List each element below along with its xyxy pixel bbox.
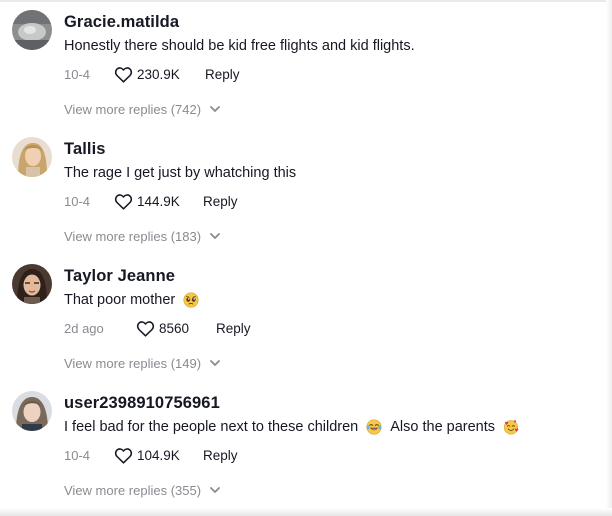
- reply-button[interactable]: Reply: [216, 321, 251, 336]
- laughing-tears-face-emoji-icon: [366, 419, 382, 435]
- avatar[interactable]: [12, 137, 52, 177]
- avatar[interactable]: [12, 264, 52, 304]
- comment-text: I feel bad for the people next to these …: [64, 419, 519, 435]
- view-more-replies[interactable]: View more replies (183): [64, 226, 221, 246]
- comment-text-body: The rage I get just by whatching this: [64, 165, 297, 181]
- heart-outline-icon: [114, 193, 133, 210]
- comment-text: That poor mother: [64, 292, 199, 308]
- bottom-edge: [0, 508, 612, 516]
- smiling-face-with-hearts-emoji-icon: [503, 420, 519, 435]
- like-button[interactable]: 8560: [136, 320, 216, 337]
- avatar[interactable]: [12, 10, 52, 50]
- comment-text-continued: Also the parents: [390, 419, 496, 435]
- chevron-down-icon: [210, 487, 220, 493]
- like-count: 104.9K: [137, 447, 180, 463]
- comment-date: 2d ago: [64, 320, 104, 336]
- view-more-label: View more replies (183): [64, 228, 202, 244]
- pleading-face-emoji-icon: [183, 292, 199, 308]
- comment-item: Taylor Jeanne That poor mother 2d ago 85…: [0, 254, 612, 381]
- avatar[interactable]: [12, 391, 52, 431]
- reply-button[interactable]: Reply: [203, 194, 238, 209]
- comment-meta: 10-4 104.9K Reply: [64, 445, 238, 465]
- like-count: 144.9K: [137, 193, 180, 209]
- comment-text-body: Honestly there should be kid free flight…: [64, 38, 415, 54]
- heart-outline-icon: [136, 320, 155, 337]
- comment-item: Gracie.matilda Honestly there should be …: [0, 0, 612, 127]
- username[interactable]: Gracie.matilda: [64, 13, 179, 32]
- comment-date: 10-4: [64, 66, 91, 82]
- comment-text-body: I feel bad for the people next to these …: [64, 419, 359, 435]
- like-count: 8560: [159, 320, 190, 336]
- like-button[interactable]: 230.9K: [114, 66, 205, 83]
- comment-text: The rage I get just by whatching this: [64, 165, 296, 181]
- view-more-replies[interactable]: View more replies (355): [64, 480, 221, 500]
- chevron-down-icon: [210, 106, 220, 112]
- chevron-down-icon: [210, 233, 220, 239]
- comment-meta: 2d ago 8560 Reply: [64, 318, 251, 338]
- right-edge: [606, 0, 612, 516]
- like-button[interactable]: 104.9K: [114, 447, 203, 464]
- username[interactable]: user2398910756961: [64, 394, 220, 413]
- comment-text: Honestly there should be kid free flight…: [64, 38, 415, 54]
- heart-outline-icon: [114, 447, 133, 464]
- comment-item: Tallis The rage I get just by whatching …: [0, 127, 612, 254]
- comment-date: 10-4: [64, 193, 91, 209]
- username[interactable]: Tallis: [64, 140, 106, 159]
- heart-outline-icon: [114, 66, 133, 83]
- username[interactable]: Taylor Jeanne: [64, 267, 175, 286]
- view-more-replies[interactable]: View more replies (149): [64, 353, 221, 373]
- comment-meta: 10-4 144.9K Reply: [64, 191, 238, 211]
- view-more-label: View more replies (742): [64, 101, 202, 117]
- view-more-replies[interactable]: View more replies (742): [64, 99, 221, 119]
- comment-text-body: That poor mother: [64, 292, 176, 308]
- view-more-label: View more replies (149): [64, 355, 202, 371]
- like-count: 230.9K: [137, 66, 180, 82]
- comment-item: user2398910756961 I feel bad for the peo…: [0, 381, 612, 508]
- comment-date: 10-4: [64, 447, 91, 463]
- reply-button[interactable]: Reply: [203, 448, 238, 463]
- reply-button[interactable]: Reply: [205, 67, 240, 82]
- chevron-down-icon: [210, 360, 220, 366]
- comments-panel: Gracie.matilda Honestly there should be …: [0, 0, 612, 516]
- view-more-label: View more replies (355): [64, 482, 202, 498]
- comment-meta: 10-4 230.9K Reply: [64, 64, 240, 84]
- like-button[interactable]: 144.9K: [114, 193, 203, 210]
